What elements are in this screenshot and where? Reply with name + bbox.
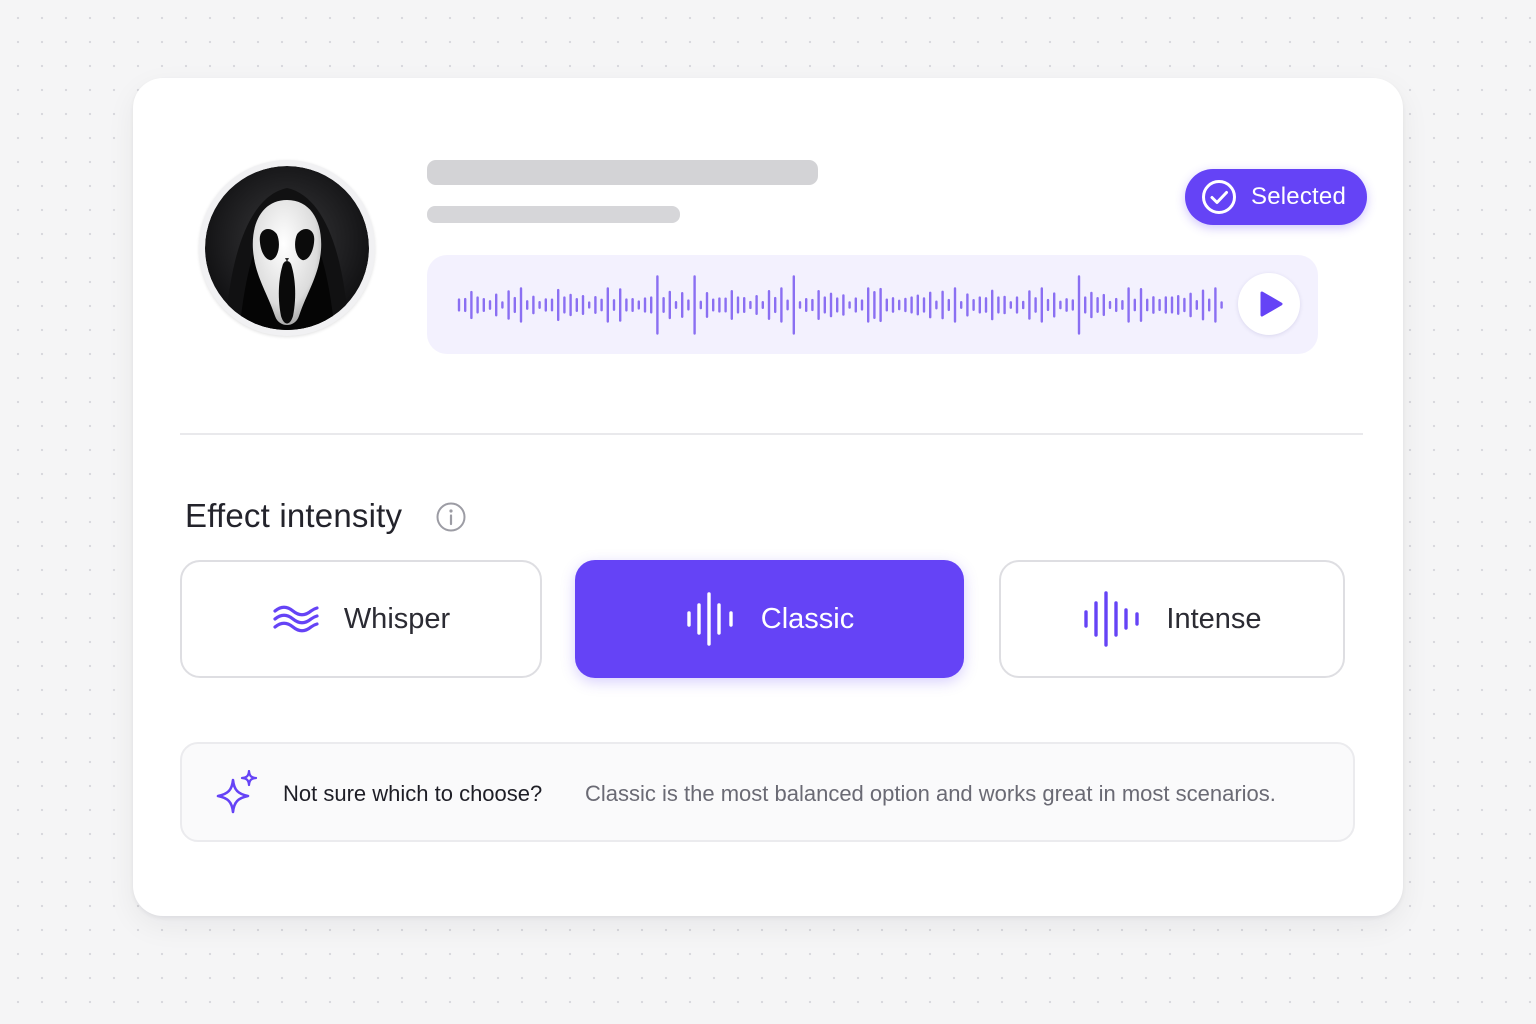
selected-badge[interactable]: Selected xyxy=(1185,169,1367,225)
ghostface-mask-avatar-icon xyxy=(205,166,369,330)
audio-waveform xyxy=(457,275,1223,335)
audio-preview-player xyxy=(427,255,1318,354)
subtitle-placeholder xyxy=(427,206,680,223)
tip-text: Classic is the most balanced option and … xyxy=(585,781,1276,806)
option-intense[interactable]: Intense xyxy=(999,560,1345,678)
play-button[interactable] xyxy=(1238,273,1300,335)
option-intense-label: Intense xyxy=(1166,602,1262,635)
soundwave-icon xyxy=(1084,591,1140,647)
option-classic-label: Classic xyxy=(760,602,855,635)
selected-badge-label: Selected xyxy=(1251,183,1346,210)
recommendation-tip: Not sure which to choose? Classic is the… xyxy=(180,742,1355,842)
tip-question: Not sure which to choose? xyxy=(283,781,543,806)
option-classic[interactable]: Classic xyxy=(575,560,964,678)
option-whisper-label: Whisper xyxy=(343,602,451,635)
check-circle-icon xyxy=(1202,180,1236,214)
sparkle-icon xyxy=(216,770,258,814)
play-icon xyxy=(1260,291,1283,317)
wave-lines-icon xyxy=(273,605,319,633)
option-whisper[interactable]: Whisper xyxy=(180,560,542,678)
soundwave-icon xyxy=(687,592,733,646)
title-placeholder xyxy=(427,160,818,185)
section-divider xyxy=(180,433,1363,435)
voice-effect-card: Selected Effect intensity Whisper Classi… xyxy=(133,78,1403,916)
info-icon[interactable] xyxy=(435,501,467,533)
effect-intensity-title: Effect intensity xyxy=(185,497,403,534)
voice-avatar xyxy=(199,160,375,336)
